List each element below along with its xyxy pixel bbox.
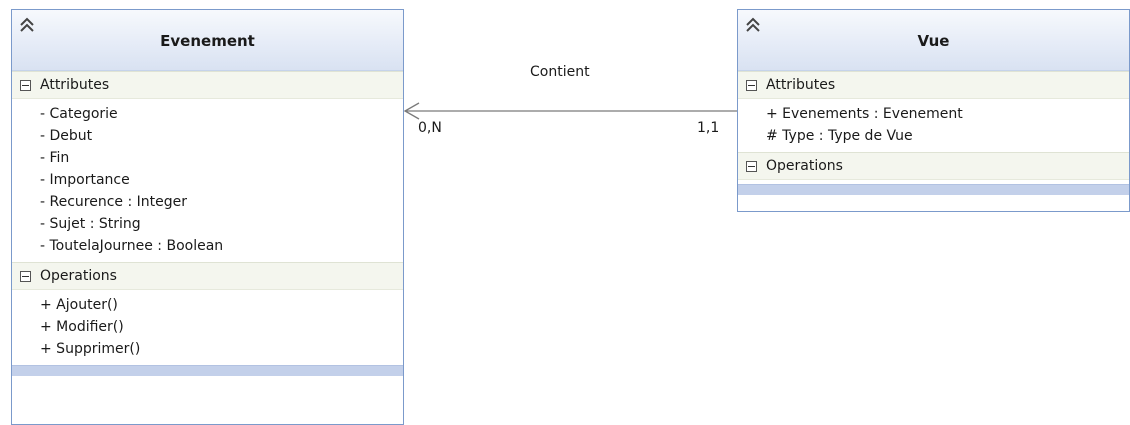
- source-multiplicity[interactable]: 0,N: [418, 120, 442, 136]
- association-name[interactable]: Contient: [530, 64, 590, 80]
- target-multiplicity[interactable]: 1,1: [697, 120, 719, 136]
